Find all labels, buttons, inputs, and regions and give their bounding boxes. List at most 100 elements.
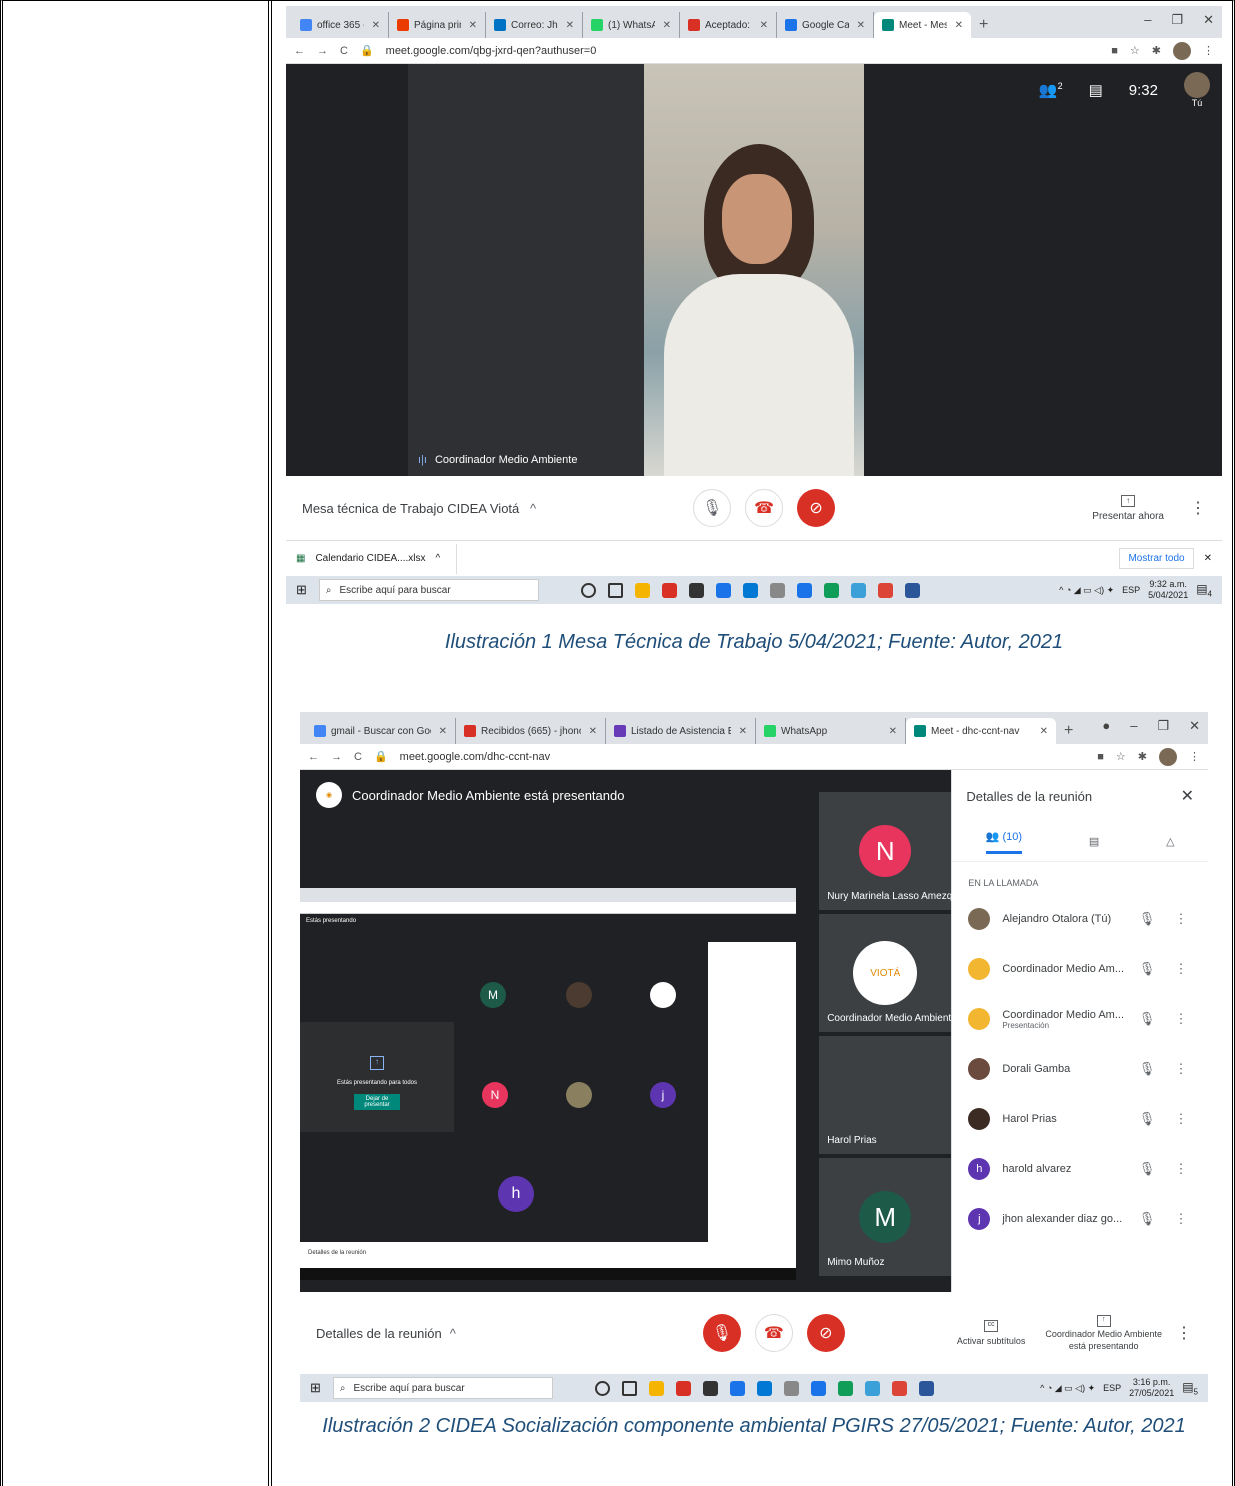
taskbar-search[interactable]: ⌕ Escribe aquí para buscar	[332, 1377, 553, 1399]
participant-row[interactable]: Coordinador Medio Am... 🎙 ⋮	[952, 944, 1208, 994]
close-tab-icon[interactable]: ✕	[469, 20, 477, 31]
close-tab-icon[interactable]: ✕	[663, 20, 671, 31]
app-icon[interactable]	[769, 582, 785, 598]
present-now-button[interactable]: ↑ Presentar ahora	[1092, 494, 1164, 522]
hangup-button[interactable]: ☎	[745, 489, 784, 527]
reload-icon[interactable]: C	[340, 45, 348, 57]
mail-icon[interactable]	[756, 1380, 772, 1396]
more-options-icon[interactable]: ⋮	[1170, 1061, 1192, 1077]
app-icon[interactable]	[796, 582, 812, 598]
camera-icon[interactable]: ■	[1097, 751, 1104, 763]
mic-off-button[interactable]: 🎙	[702, 1314, 741, 1352]
store-icon[interactable]	[688, 582, 704, 598]
url-field[interactable]: meet.google.com/qbg-jxrd-qen?authuser=0	[386, 45, 597, 57]
edge-icon[interactable]	[837, 1380, 853, 1396]
cortana-icon[interactable]	[607, 582, 623, 598]
browser-tab[interactable]: Meet - Mesa ✕	[874, 12, 971, 38]
more-options-icon[interactable]: ⋮	[1170, 1211, 1192, 1227]
participant-tile[interactable]: M Mimo Muñoz	[819, 1158, 952, 1276]
camera-icon[interactable]: ■	[1111, 45, 1118, 57]
profile-icon[interactable]: ●	[1102, 718, 1110, 734]
browser-tab[interactable]: Meet - dhc-ccnt-nav ✕	[906, 718, 1056, 744]
restore-icon[interactable]: ❐	[1171, 12, 1183, 28]
presenting-info[interactable]: ↑ Coordinador Medio Ambiente está present…	[1045, 1315, 1162, 1351]
taskbar-search[interactable]: ⌕ Escribe aquí para buscar	[318, 579, 539, 601]
notifications-icon[interactable]: ▤4	[1196, 582, 1212, 598]
close-tab-icon[interactable]: ✕	[760, 20, 768, 31]
new-tab-button[interactable]: +	[971, 12, 996, 38]
file-explorer-icon[interactable]	[648, 1380, 664, 1396]
url-field[interactable]: meet.google.com/dhc-ccnt-nav	[400, 751, 550, 763]
close-tab-icon[interactable]: ✕	[439, 726, 447, 737]
show-all-button[interactable]: Mostrar todo	[1119, 548, 1194, 569]
people-tab[interactable]: 👥 (10)	[985, 830, 1023, 854]
extensions-icon[interactable]: ✱	[1152, 44, 1161, 57]
download-file[interactable]: Calendario CIDEA....xlsx	[315, 553, 425, 564]
forward-icon[interactable]: →	[331, 751, 342, 763]
people-icon[interactable]: 👥2	[1039, 81, 1063, 99]
participant-row[interactable]: Harol Prias 🎙 ⋮	[952, 1094, 1208, 1144]
edge-icon[interactable]	[823, 582, 839, 598]
close-downloads-icon[interactable]: ✕	[1204, 553, 1212, 564]
notifications-icon[interactable]: ▤5	[1182, 1380, 1198, 1396]
close-window-icon[interactable]: ✕	[1203, 12, 1214, 28]
more-options-icon[interactable]: ⋮	[1170, 1161, 1192, 1177]
browser-tab[interactable]: Listado de Asistencia El Coleg ✕	[606, 718, 756, 744]
close-tab-icon[interactable]: ✕	[857, 20, 865, 31]
app-icon[interactable]	[715, 582, 731, 598]
menu-icon[interactable]: ⋮	[1189, 750, 1200, 763]
language-indicator[interactable]: ESP	[1103, 1383, 1121, 1393]
app-icon[interactable]	[729, 1380, 745, 1396]
task-view-icon[interactable]	[580, 582, 596, 598]
close-window-icon[interactable]: ✕	[1189, 718, 1200, 734]
close-tab-icon[interactable]: ✕	[1040, 726, 1048, 737]
system-tray-icons[interactable]: ^ ◔ ◢ ▭ ◁) ✦	[1040, 1383, 1095, 1394]
app-icon[interactable]	[810, 1380, 826, 1396]
mail-icon[interactable]	[742, 582, 758, 598]
meeting-title[interactable]: Detalles de la reunión	[316, 1326, 442, 1341]
browser-tab[interactable]: Aceptado: Mesa té ✕	[680, 12, 777, 38]
avatar[interactable]	[1159, 747, 1177, 766]
participant-row[interactable]: j jhon alexander diaz go... 🎙 ⋮	[952, 1194, 1208, 1244]
extensions-icon[interactable]: ✱	[1138, 750, 1147, 763]
more-options-icon[interactable]: ⋮	[1170, 1111, 1192, 1127]
browser-tab[interactable]: office 365 - Buscar ✕	[292, 12, 389, 38]
minimize-icon[interactable]: –	[1130, 718, 1137, 734]
language-indicator[interactable]: ESP	[1122, 585, 1140, 595]
office-icon[interactable]	[661, 582, 677, 598]
back-icon[interactable]: ←	[294, 45, 305, 57]
office-icon[interactable]	[675, 1380, 691, 1396]
browser-tab[interactable]: Recibidos (665) - jhonotabo ✕	[456, 718, 606, 744]
file-explorer-icon[interactable]	[634, 582, 650, 598]
menu-icon[interactable]: ⋮	[1203, 44, 1214, 57]
participant-row[interactable]: Coordinador Medio Am... Presentación 🎙 ⋮	[952, 994, 1208, 1044]
task-view-icon[interactable]	[594, 1380, 610, 1396]
camera-off-button[interactable]: ⊘	[806, 1314, 845, 1352]
more-options-icon[interactable]: ⋮	[1170, 911, 1192, 927]
close-tab-icon[interactable]: ✕	[955, 20, 963, 31]
cortana-icon[interactable]	[621, 1380, 637, 1396]
app-icon[interactable]	[783, 1380, 799, 1396]
back-icon[interactable]: ←	[308, 751, 319, 763]
windows-start-icon[interactable]: ⊞	[310, 1380, 321, 1396]
word-icon[interactable]	[918, 1380, 934, 1396]
close-tab-icon[interactable]: ✕	[566, 20, 574, 31]
system-tray-icons[interactable]: ^ ◔ ◢ ▭ ◁) ✦	[1059, 585, 1114, 596]
star-icon[interactable]: ☆	[1130, 44, 1140, 57]
chevron-up-icon[interactable]: ^	[436, 553, 441, 564]
ie-icon[interactable]	[864, 1380, 880, 1396]
close-tab-icon[interactable]: ✕	[739, 726, 747, 737]
participant-row[interactable]: Dorali Gamba 🎙 ⋮	[952, 1044, 1208, 1094]
chevron-up-icon[interactable]: ^	[530, 501, 536, 516]
more-options-icon[interactable]: ⋮	[1170, 1011, 1192, 1027]
new-tab-button[interactable]: +	[1056, 718, 1081, 744]
participant-tile[interactable]: VIOTÁ Coordinador Medio Ambiente	[819, 914, 957, 1032]
camera-off-button[interactable]: ⊘	[797, 489, 836, 527]
browser-tab[interactable]: WhatsApp ✕	[756, 718, 906, 744]
microphone-button[interactable]: 🎙	[693, 489, 732, 527]
chrome-icon[interactable]	[891, 1380, 907, 1396]
chat-tab-icon[interactable]: ▤	[1089, 835, 1099, 848]
store-icon[interactable]	[702, 1380, 718, 1396]
close-panel-icon[interactable]: ✕	[1181, 786, 1194, 806]
forward-icon[interactable]: →	[317, 45, 328, 57]
